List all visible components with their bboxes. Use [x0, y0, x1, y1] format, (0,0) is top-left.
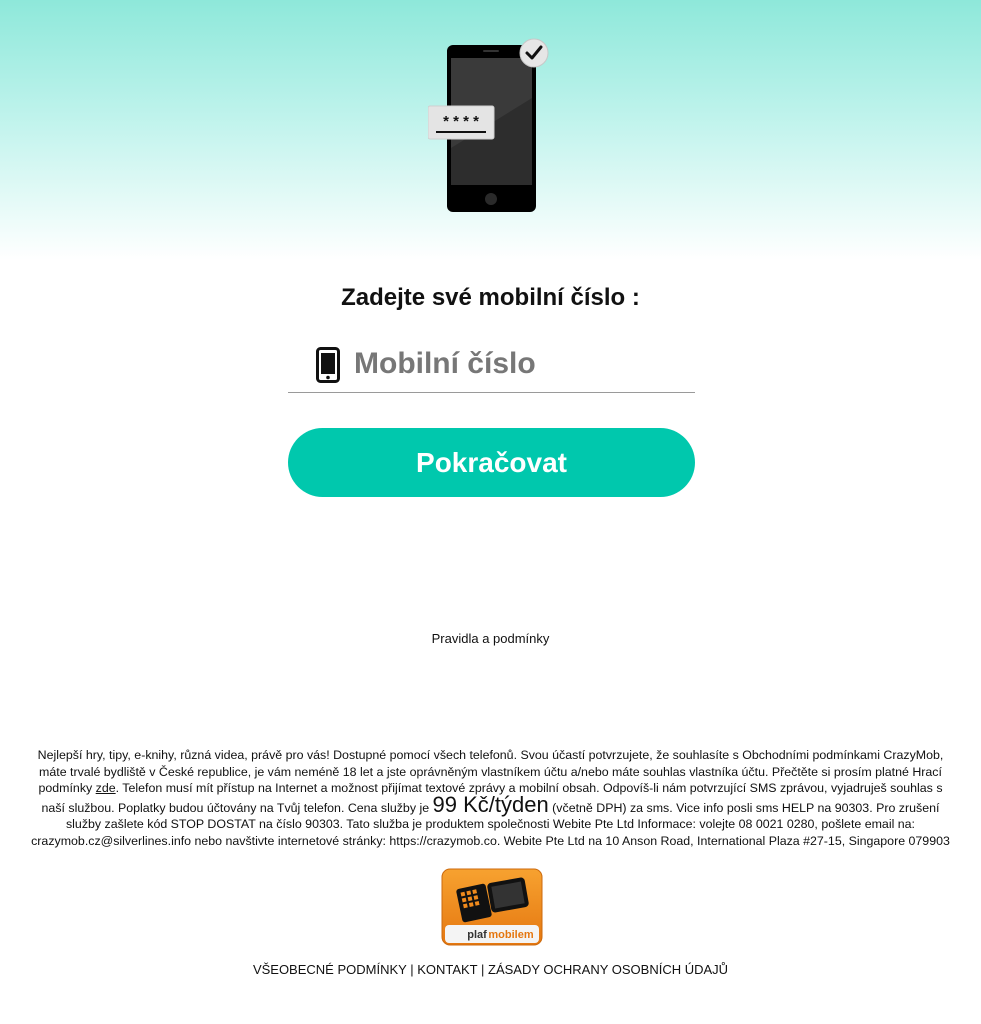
form-heading: Zadejte své mobilní číslo :	[341, 284, 640, 311]
badge-text-mobilem: mobilem	[488, 929, 533, 941]
badge-text-plaf: plaf	[467, 929, 487, 941]
privacy-policy-link[interactable]: ZÁSADY OCHRANY OSOBNÍCH ÚDAJŮ	[488, 962, 728, 977]
phone-illustration: * * * *	[428, 38, 549, 212]
contact-link[interactable]: KONTAKT	[417, 962, 477, 977]
mobile-phone-icon	[316, 347, 340, 383]
plaf-mobilem-badge: plaf mobilem	[441, 868, 543, 946]
terms-here-link[interactable]: zde	[96, 781, 116, 795]
check-icon	[519, 38, 549, 68]
footer-separator: |	[406, 962, 418, 977]
footer-separator: |	[477, 962, 488, 977]
continue-button[interactable]: Pokračovat	[288, 428, 695, 497]
general-terms-link[interactable]: VŠEOBECNÉ PODMÍNKY	[253, 962, 407, 977]
disclaimer-text: Nejlepší hry, tipy, e-knihy, různá videa…	[26, 747, 955, 850]
pin-card: * * * *	[428, 105, 495, 140]
terms-link[interactable]: Pravidla a podmínky	[0, 631, 981, 646]
phone-input-group	[288, 340, 695, 393]
price-text: 99 Kč/týden	[432, 791, 549, 817]
mobile-number-input[interactable]	[354, 342, 684, 386]
footer-links: VŠEOBECNÉ PODMÍNKY | KONTAKT | ZÁSADY OC…	[0, 962, 981, 977]
pin-mask-text: * * * *	[443, 113, 479, 130]
